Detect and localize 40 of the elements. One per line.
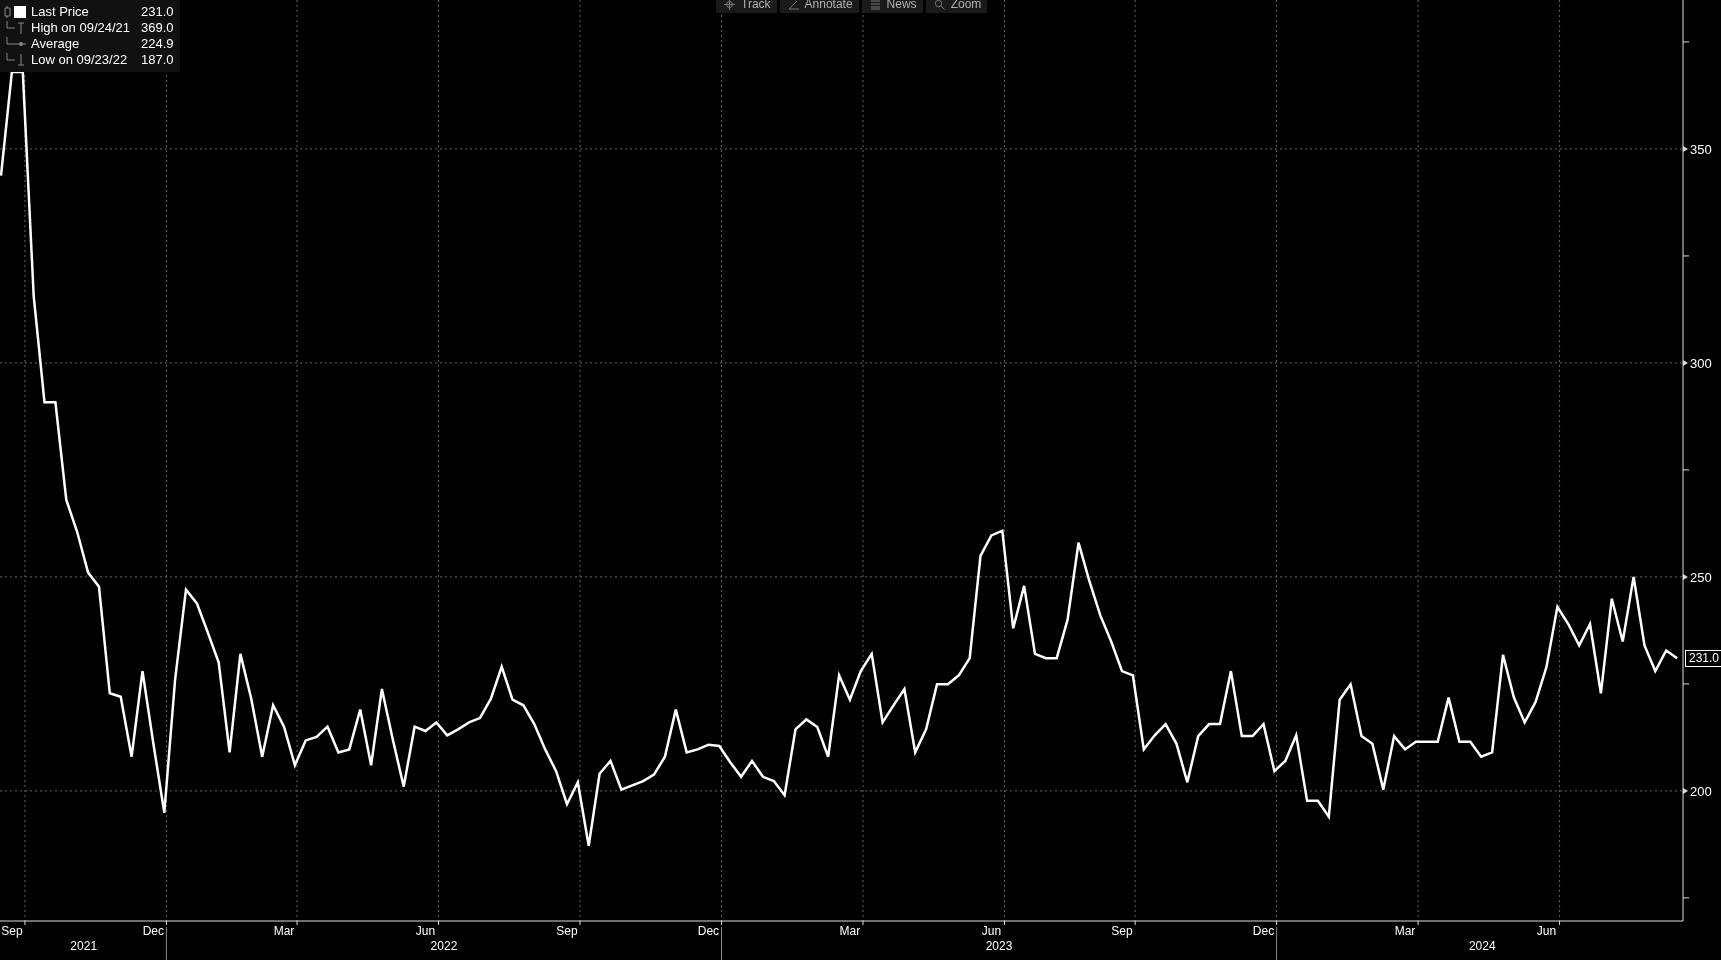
- axis-label: Mar: [273, 924, 295, 938]
- list-icon: [869, 0, 881, 10]
- axis-label: Jun: [415, 924, 436, 938]
- toolbar-button[interactable]: Annotate: [779, 0, 859, 13]
- axis-label: 250: [1690, 569, 1712, 585]
- toolbar-button[interactable]: Zoom: [925, 0, 988, 13]
- legend-label: Low on 09/23/22: [31, 52, 129, 68]
- legend-value: 187.0: [140, 52, 174, 68]
- toolbar-button[interactable]: Track: [716, 0, 777, 13]
- axis-label: Sep: [1, 924, 23, 938]
- legend-value: 369.0: [140, 20, 174, 36]
- legend-value: 224.9: [140, 36, 174, 52]
- axis-label: Dec: [697, 924, 720, 938]
- axis-label: Sep: [556, 924, 578, 938]
- axis-label: Jun: [1536, 924, 1557, 938]
- axis-label: Mar: [1394, 924, 1416, 938]
- axis-label: Mar: [839, 924, 861, 938]
- toolbar-button[interactable]: News: [861, 0, 923, 13]
- axis-label: 2022: [430, 939, 458, 953]
- search-icon: [933, 0, 945, 10]
- legend-swatch-icon: [4, 6, 26, 18]
- legend-value: 231.0: [140, 4, 174, 20]
- axis-label: Jun: [981, 924, 1002, 938]
- axis-label: Dec: [142, 924, 165, 938]
- axis-label: 350: [1690, 141, 1712, 157]
- axis-label: Sep: [1111, 924, 1133, 938]
- axis-label: 2023: [985, 939, 1013, 953]
- crosshair-icon: [724, 0, 735, 10]
- axis-label: Dec: [1252, 924, 1275, 938]
- legend-label: Average: [31, 36, 81, 52]
- axis-label: 2021: [70, 939, 98, 953]
- axis-label: 200: [1690, 783, 1712, 799]
- axis-label: 2024: [1468, 939, 1496, 953]
- legend-label: High on 09/24/21: [31, 20, 131, 36]
- high-marker-icon: [4, 21, 26, 35]
- legend-label: Last Price: [31, 4, 90, 20]
- low-marker-icon: [4, 53, 26, 67]
- axis-label: 300: [1690, 355, 1712, 371]
- last-price-tag: 231.0: [1684, 650, 1721, 668]
- pencil-icon: [787, 0, 799, 10]
